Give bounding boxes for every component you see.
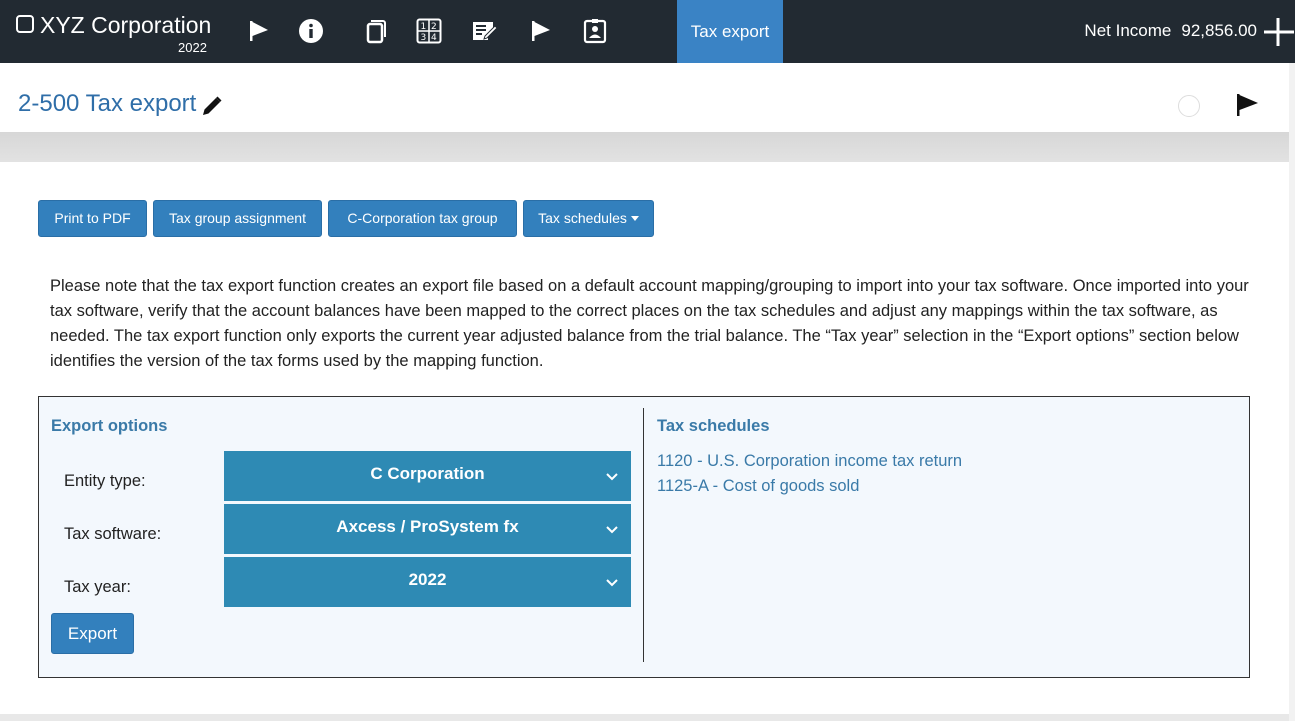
print-pdf-button[interactable]: Print to PDF [38, 200, 147, 237]
export-options-title: Export options [51, 417, 168, 435]
tax-group-assignment-button[interactable]: Tax group assignment [153, 200, 322, 237]
badge-icon[interactable] [582, 18, 608, 44]
company-name: XYZ Corporation [40, 12, 212, 38]
copy-icon[interactable] [362, 18, 388, 44]
svg-text:4: 4 [431, 33, 437, 43]
schedule-link-1125a[interactable]: 1125-A - Cost of goods sold [657, 477, 859, 496]
net-income-label: Net Income [1084, 21, 1172, 40]
svg-text:3: 3 [421, 33, 427, 43]
chevron-down-icon [606, 473, 618, 481]
tax-software-label: Tax software: [64, 525, 162, 543]
company-year: 2022 [178, 40, 207, 55]
net-income-value: 92,856.00 [1181, 21, 1257, 40]
flag-icon[interactable] [246, 18, 272, 44]
flag-icon[interactable] [1234, 92, 1260, 118]
page-title: 2-500 Tax export [18, 90, 197, 117]
net-income-display: Net Income 92,856.00 [1084, 21, 1257, 41]
c-corporation-tax-group-button[interactable]: C-Corporation tax group [328, 200, 517, 237]
tax-year-value: 2022 [408, 570, 447, 589]
tax-schedules-label: Tax schedules [538, 210, 627, 226]
caret-down-icon [630, 216, 639, 221]
tax-year-select[interactable]: 2022 [224, 557, 631, 607]
edit-note-icon[interactable] [471, 18, 497, 44]
tax-export-note: Please note that the tax export function… [50, 277, 1249, 370]
main-content: Print to PDF Tax group assignment C-Corp… [0, 162, 1289, 714]
entity-type-value: C Corporation [370, 464, 485, 483]
status-circle-icon[interactable] [1178, 95, 1200, 117]
top-navigation-bar: XYZ Corporation 2022 1234 Tax export Net… [0, 0, 1295, 63]
page-header: 2-500 Tax export [0, 63, 1289, 132]
tax-software-value: Axcess / ProSystem fx [336, 517, 519, 536]
tax-schedules-title: Tax schedules [657, 417, 770, 435]
company-square-icon [16, 15, 34, 33]
tax-year-label: Tax year: [64, 578, 131, 596]
flag-icon[interactable] [528, 18, 554, 44]
entity-type-label: Entity type: [64, 472, 146, 490]
scrollbar[interactable] [1289, 63, 1295, 721]
chevron-down-icon [606, 526, 618, 534]
plus-icon[interactable] [1262, 16, 1294, 48]
info-icon[interactable] [298, 18, 324, 44]
svg-text:1: 1 [421, 22, 427, 32]
tax-schedules-dropdown-button[interactable]: Tax schedules [523, 200, 654, 237]
export-panel: Export options Entity type: C Corporatio… [38, 396, 1250, 678]
export-button[interactable]: Export [51, 613, 134, 654]
schedule-link-1120[interactable]: 1120 - U.S. Corporation income tax retur… [657, 452, 962, 471]
pencil-icon[interactable] [200, 94, 224, 118]
header-shadow [0, 132, 1289, 162]
panel-divider [643, 408, 644, 662]
svg-text:2: 2 [431, 22, 437, 32]
numbers-icon[interactable]: 1234 [416, 18, 442, 44]
tab-tax-export[interactable]: Tax export [677, 0, 783, 63]
tax-software-select[interactable]: Axcess / ProSystem fx [224, 504, 631, 554]
chevron-down-icon [606, 579, 618, 587]
entity-type-select[interactable]: C Corporation [224, 451, 631, 501]
